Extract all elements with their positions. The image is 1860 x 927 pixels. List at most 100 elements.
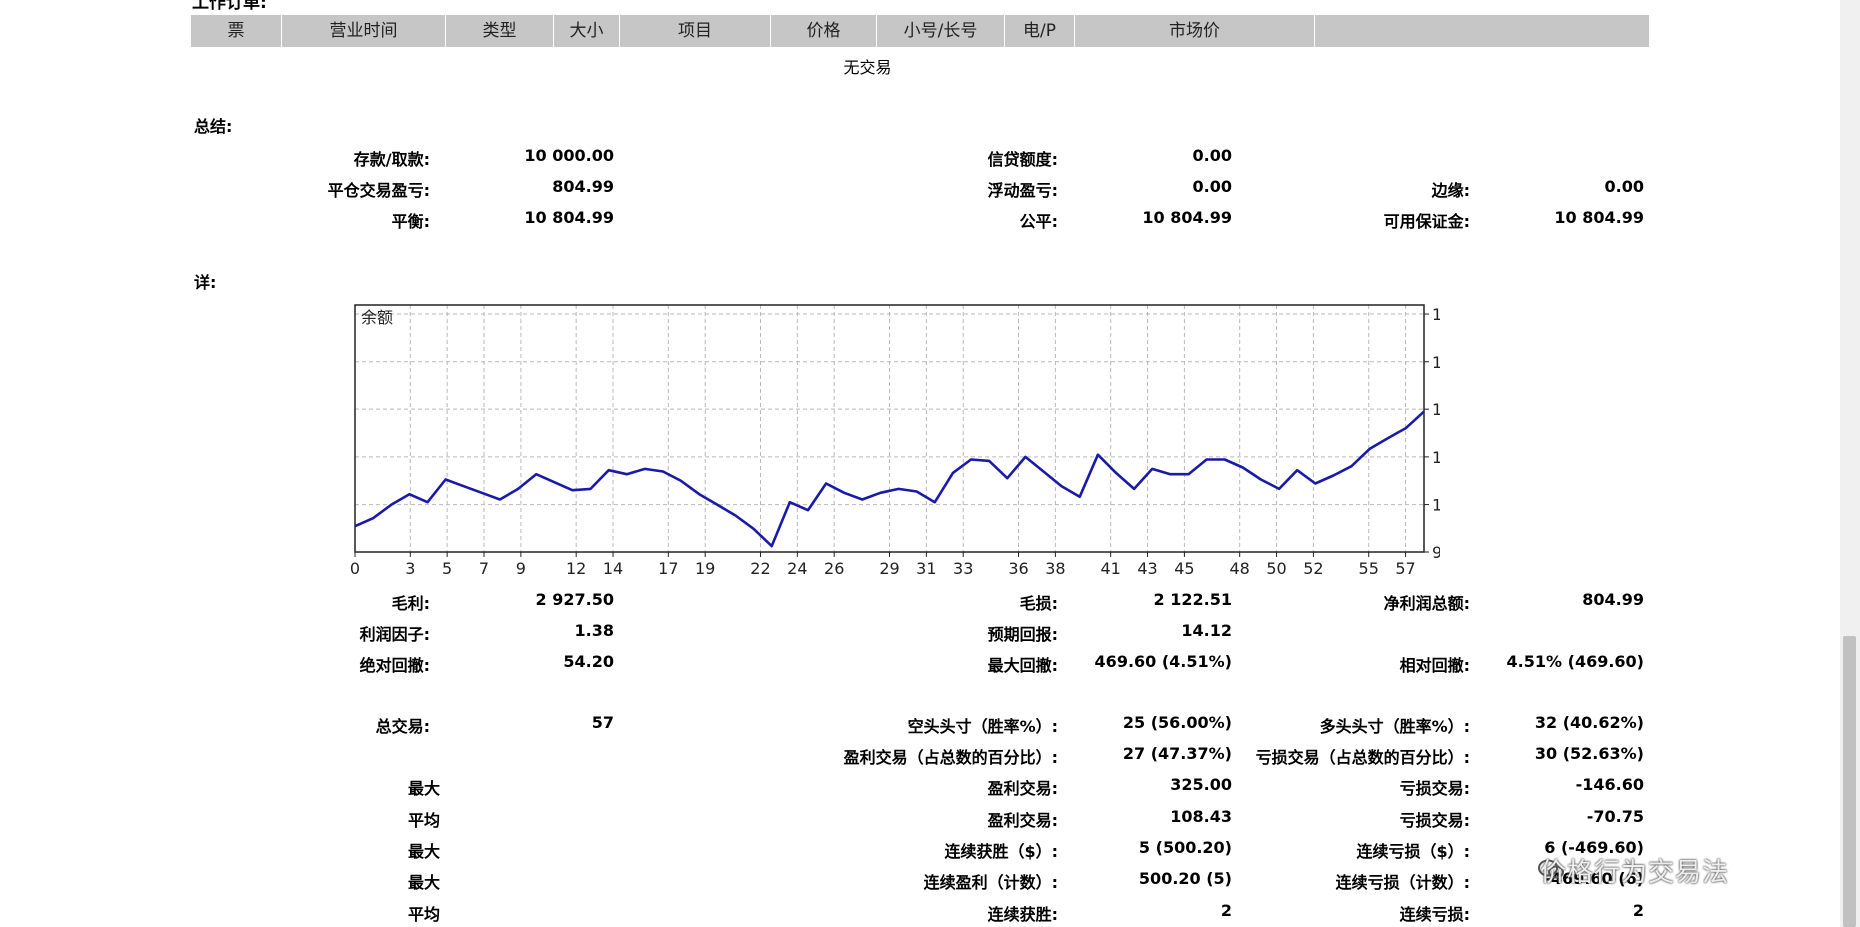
col-sl-tp: 小号/长号: [877, 15, 1005, 47]
margin-value: 0.00: [1604, 177, 1644, 196]
x-tick-label: 57: [1395, 559, 1415, 578]
x-tick-label: 22: [750, 559, 770, 578]
balance-chart-svg: 0 3 5 7 9 12 14 17 19 22 24 26 29 31 33 36 38 41 43 45 48 50 5…: [350, 304, 1483, 578]
scrollbar-thumb[interactable]: [1843, 636, 1856, 927]
floating-pl-value: 0.00: [1192, 177, 1232, 196]
loss-trades-value: 30 (52.63%): [1534, 744, 1644, 763]
expected-payoff-value: 14.12: [1181, 621, 1232, 640]
x-tick-label: 24: [787, 559, 807, 578]
y-tick-label: 10081: [1432, 496, 1440, 515]
x-tick-label: 38: [1045, 559, 1065, 578]
long-positions-value: 32 (40.62%): [1534, 713, 1644, 732]
col-market-price: 市场价: [1075, 15, 1315, 47]
max-consec-profit-label: 连续盈利（计数）:: [923, 873, 1058, 892]
relative-drawdown-label: 相对回撤:: [1399, 656, 1470, 675]
largest-loss-label: 亏损交易:: [1399, 779, 1470, 798]
equity-label: 公平:: [1019, 212, 1058, 231]
y-tick-label: 10617: [1432, 353, 1440, 372]
x-tick-label: 0: [350, 559, 360, 578]
col-price: 价格: [771, 15, 877, 47]
max-consec-loss-label: 连续亏损（计数）:: [1335, 873, 1470, 892]
gross-profit-value: 2 927.50: [535, 590, 614, 609]
profit-factor-label: 利润因子:: [359, 625, 430, 644]
col-open-time: 营业时间: [282, 15, 446, 47]
absolute-drawdown-label: 绝对回撤:: [359, 656, 430, 675]
x-tick-label: 31: [916, 559, 936, 578]
x-tick-label: 50: [1266, 559, 1286, 578]
col-item: 项目: [620, 15, 771, 47]
average-profit-label: 盈利交易:: [987, 811, 1058, 830]
x-tick-label: 33: [953, 559, 973, 578]
gross-profit-label: 毛利:: [391, 594, 430, 613]
x-tick-label: 26: [824, 559, 844, 578]
total-trades-value: 57: [591, 713, 614, 732]
max-drawdown-label: 最大回撤:: [987, 656, 1058, 675]
x-tick-label: 3: [405, 559, 415, 578]
expected-payoff-label: 预期回报:: [987, 625, 1058, 644]
row-max-count-head: 最大: [407, 873, 440, 892]
y-tick-label: 10260: [1432, 448, 1440, 467]
net-profit-value: 804.99: [1582, 590, 1644, 609]
credit-value: 0.00: [1192, 146, 1232, 165]
relative-drawdown-value: 4.51% (469.60): [1506, 652, 1644, 671]
working-orders-title: 工作订单:: [192, 0, 267, 13]
x-tick-label: 52: [1303, 559, 1323, 578]
short-positions-label: 空头头寸（胜率%）:: [907, 717, 1058, 736]
balance-label: 平衡:: [391, 212, 430, 231]
x-tick-label: 43: [1137, 559, 1157, 578]
largest-loss-value: -146.60: [1575, 775, 1644, 794]
x-tick-label: 55: [1359, 559, 1379, 578]
largest-profit-label: 盈利交易:: [987, 779, 1058, 798]
no-trades-text: 无交易: [843, 58, 892, 77]
deposit-label: 存款/取款:: [353, 150, 430, 169]
free-margin-value: 10 804.99: [1554, 208, 1644, 227]
total-trades-label: 总交易:: [375, 717, 430, 736]
equity-value: 10 804.99: [1142, 208, 1232, 227]
x-tick-label: 7: [479, 559, 489, 578]
absolute-drawdown-value: 54.20: [563, 652, 614, 671]
y-tick-label: 9903: [1432, 543, 1440, 562]
max-consec-losses-label: 连续亏损（$）:: [1356, 842, 1470, 861]
closed-pl-label: 平仓交易盈亏:: [327, 181, 430, 200]
average-loss-value: -70.75: [1586, 807, 1644, 826]
y-tick-label: 10439: [1432, 400, 1440, 419]
row-avg-consec-head: 平均: [407, 905, 440, 924]
col-type: 类型: [446, 15, 554, 47]
details-title: 详:: [194, 273, 217, 292]
x-tick-label: 12: [566, 559, 586, 578]
x-tick-label: 48: [1230, 559, 1250, 578]
x-tick-label: 9: [516, 559, 526, 578]
col-size: 大小: [554, 15, 620, 47]
x-tick-label: 19: [695, 559, 715, 578]
gross-loss-value: 2 122.51: [1153, 590, 1232, 609]
avg-consec-losses-label: 连续亏损:: [1399, 905, 1470, 924]
col-blank: [1315, 15, 1649, 47]
net-profit-label: 净利润总额:: [1383, 594, 1470, 613]
x-tick-label: 5: [442, 559, 452, 578]
chart-title: 余额: [361, 308, 393, 327]
max-drawdown-value: 469.60 (4.51%): [1094, 652, 1232, 671]
long-positions-label: 多头头寸（胜率%）:: [1319, 717, 1470, 736]
profit-factor-value: 1.38: [574, 621, 614, 640]
loss-trades-label: 亏损交易（占总数的百分比）:: [1255, 748, 1470, 767]
watermark-text: 价格行为交易法: [1540, 858, 1730, 888]
max-consec-wins-label: 连续获胜（$）:: [944, 842, 1058, 861]
orders-table-header: 票 营业时间 类型 大小 项目 价格 小号/长号 电/P 市场价: [191, 15, 1649, 47]
y-tick-label: 10796: [1432, 305, 1440, 324]
x-tick-label: 36: [1008, 559, 1028, 578]
avg-consec-losses-value: 2: [1632, 901, 1644, 920]
col-e-p: 电/P: [1005, 15, 1075, 47]
row-max-consec-head: 最大: [407, 842, 440, 861]
col-ticket: 票: [191, 15, 282, 47]
floating-pl-label: 浮动盈亏:: [987, 181, 1058, 200]
row-avg-head: 平均: [407, 811, 440, 830]
summary-title: 总结:: [194, 117, 233, 136]
x-tick-label: 14: [603, 559, 623, 578]
credit-label: 信贷额度:: [987, 150, 1058, 169]
balance-value: 10 804.99: [524, 208, 614, 227]
x-tick-label: 45: [1174, 559, 1194, 578]
balance-chart: 0 3 5 7 9 12 14 17 19 22 24 26 29 31 33 36 38 41 43 45 48 50 5…: [350, 302, 1483, 582]
deposit-value: 10 000.00: [524, 146, 614, 165]
profit-trades-label: 盈利交易（占总数的百分比）:: [843, 748, 1058, 767]
average-loss-label: 亏损交易:: [1399, 811, 1470, 830]
